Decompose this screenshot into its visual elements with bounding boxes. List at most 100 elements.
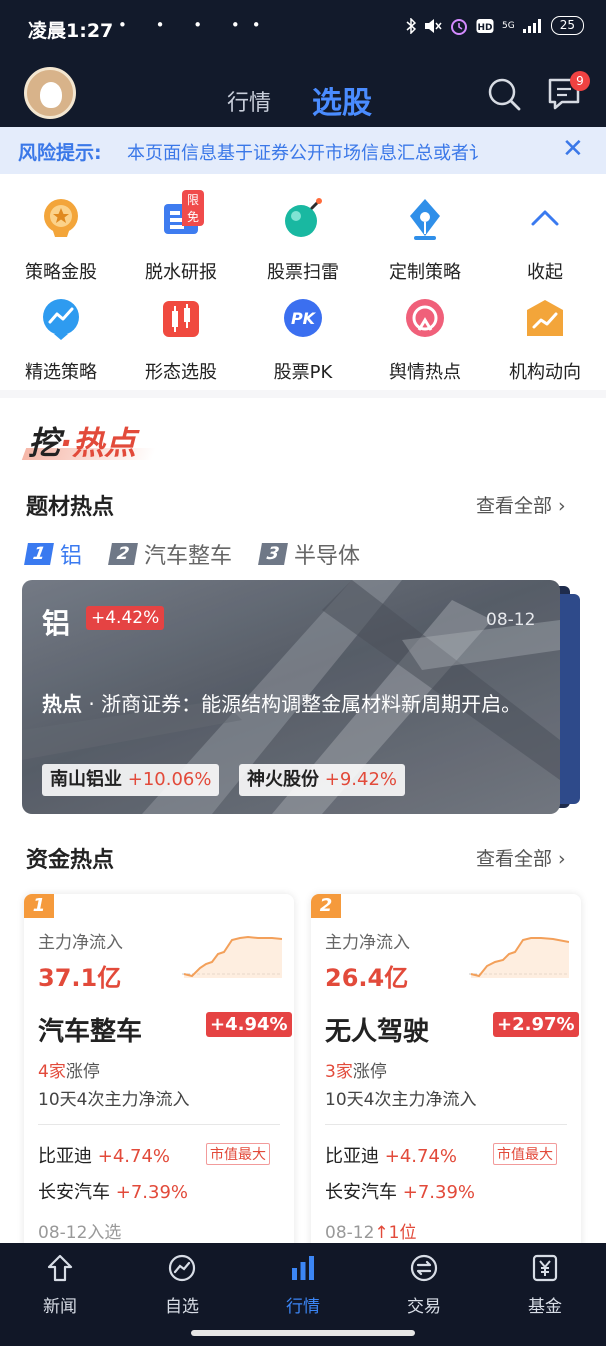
date-text: 08-12 (325, 1223, 375, 1243)
stock-change: +4.74% (384, 1146, 457, 1167)
lead-stock-1[interactable]: 比亚迪 +4.74% (325, 1142, 457, 1168)
topic-hot-card[interactable]: 铝 +4.42% 08-12 热点 · 浙商证券：能源结构调整金属材料新周期开启… (22, 580, 560, 814)
pk-icon: PK (280, 296, 326, 342)
tool-selected-strategy[interactable]: 精选策略 (6, 296, 116, 384)
risk-warning-banner: 风险提示: 本页面信息基于证券公开市场信息汇总或者讠 ✕ (0, 127, 606, 174)
topic-tab-1[interactable]: 1 铝 (24, 538, 83, 570)
tool-custom-strategy[interactable]: 定制策略 (370, 196, 480, 284)
tool-label: 脱水研报 (145, 262, 217, 283)
inflow-sparkline (469, 937, 569, 978)
tool-stock-mine-scan[interactable]: 股票扫雷 (248, 196, 358, 284)
nav-news[interactable]: 新闻 (10, 1253, 110, 1317)
stock-name: 比亚迪 (38, 1146, 92, 1167)
stock-change: +7.39% (115, 1182, 188, 1203)
news-arrow-icon (47, 1254, 73, 1282)
report-icon: 限免 (158, 190, 204, 242)
nav-label: 交易 (407, 1297, 441, 1317)
fund-hotspot-title: 资金热点 (26, 848, 115, 873)
net-inflow-label: 主力净流入 (38, 933, 123, 953)
stock-change: +9.42% (324, 769, 397, 790)
tool-stock-pk[interactable]: PK 股票PK (248, 296, 358, 384)
nav-label: 行情 (286, 1297, 320, 1317)
close-icon[interactable]: ✕ (562, 134, 584, 164)
desc-label: 热点 (42, 692, 82, 716)
gold-stock-icon (38, 196, 84, 242)
pk-glyph: PK (291, 309, 317, 328)
fund-card-2[interactable]: 2 主力净流入 26.4亿 无人驾驶 +2.97% 3家涨停 10天4次主力净流… (311, 894, 581, 1254)
lead-stock-2[interactable]: 长安汽车 +7.39% (38, 1178, 188, 1204)
tab-stock-picking[interactable]: 选股 (312, 78, 372, 122)
net-inflow-value: 37.1亿 (38, 964, 122, 992)
stock-name: 长安汽车 (38, 1182, 110, 1203)
stock-name: 比亚迪 (325, 1146, 379, 1167)
topic-tab-label: 汽车整车 (144, 544, 233, 569)
net-inflow-label: 主力净流入 (325, 933, 410, 953)
fund-yen-icon (532, 1254, 558, 1282)
divider (325, 1124, 567, 1125)
nav-market[interactable]: 行情 (253, 1253, 353, 1317)
max-cap-tag: 市值最大 (206, 1143, 270, 1165)
tool-collapse[interactable]: 收起 (490, 196, 600, 284)
mine-scan-icon (280, 196, 326, 242)
status-bar: 凌晨1:27 • • • •• HD 5G 25 (0, 0, 606, 56)
signal-icon (522, 18, 541, 33)
logo-part2: 热点 (72, 424, 137, 462)
topic-tab-label: 铝 (60, 544, 83, 569)
collapse-chevron-icon (522, 196, 568, 242)
bluetooth-icon (406, 17, 417, 34)
tool-label: 舆情热点 (389, 362, 461, 383)
dig-hotspot-logo: 挖·热点 (28, 418, 136, 464)
inflow-frequency: 10天4次主力净流入 (38, 1090, 190, 1110)
battery-indicator: 25 (550, 16, 584, 35)
status-time: 凌晨1:27 (28, 20, 114, 42)
topic-tab-rank: 1 (24, 543, 54, 565)
stock-name: 长安汽车 (325, 1182, 397, 1203)
tool-sentiment-hotspot[interactable]: 舆情热点 (370, 296, 480, 384)
topic-see-all-link[interactable]: 查看全部 › (476, 491, 566, 518)
nav-fund[interactable]: 基金 (495, 1253, 595, 1317)
inflow-sparkline (182, 935, 282, 978)
rank-badge: 2 (311, 894, 341, 918)
sector-name: 汽车整车 (38, 1017, 143, 1047)
alarm-icon (451, 18, 468, 35)
tool-institution-trend[interactable]: 机构动向 (490, 296, 600, 384)
free-tag: 限免 (182, 190, 204, 226)
search-icon[interactable] (486, 76, 522, 112)
hot-card-stock-1[interactable]: 南山铝业 +10.06% (42, 764, 220, 796)
tool-pattern-picking[interactable]: 形态选股 (126, 296, 236, 384)
pen-nib-icon (402, 196, 448, 242)
topic-tab-rank: 3 (258, 543, 288, 565)
home-indicator[interactable] (191, 1330, 415, 1336)
logo-dot: · (60, 424, 73, 462)
tool-strategy-gold-stock[interactable]: 策略金股 (6, 196, 116, 284)
limit-text: 涨停 (65, 1062, 100, 1082)
stock-change: +4.74% (97, 1146, 170, 1167)
stock-change: +7.39% (402, 1182, 475, 1203)
card-stack-layer (560, 594, 580, 804)
topic-tab-2[interactable]: 2 汽车整车 (108, 538, 233, 570)
lead-stock-2[interactable]: 长安汽车 +7.39% (325, 1178, 475, 1204)
stock-name: 南山铝业 (50, 769, 122, 790)
topic-tabs: 1 铝 2 汽车整车 3 半导体 (24, 538, 360, 570)
nav-trade[interactable]: 交易 (374, 1253, 474, 1317)
watchlist-chart-icon (168, 1254, 196, 1282)
hot-card-stock-2[interactable]: 神火股份 +9.42% (239, 764, 405, 796)
tool-label: 收起 (527, 262, 563, 283)
network-type: 5G (502, 20, 515, 31)
hot-card-title: 铝 (42, 607, 71, 640)
user-avatar[interactable] (24, 67, 76, 119)
risk-label: 风险提示: (18, 142, 102, 164)
fund-see-all-link[interactable]: 查看全部 › (476, 844, 566, 871)
topic-tab-3[interactable]: 3 半导体 (258, 538, 360, 570)
tab-market[interactable]: 行情 (227, 85, 271, 117)
net-inflow-value: 26.4亿 (325, 964, 409, 992)
risk-text: 本页面信息基于证券公开市场信息汇总或者讠 (127, 143, 487, 164)
hot-card-change: +4.42% (86, 606, 165, 630)
fund-card-1[interactable]: 1 主力净流入 37.1亿 汽车整车 +4.94% 4家涨停 10天4次主力净流… (24, 894, 294, 1254)
lead-stock-1[interactable]: 比亚迪 +4.74% (38, 1142, 170, 1168)
top-bar: 凌晨1:27 • • • •• HD 5G 25 行情 选股 9 (0, 0, 606, 127)
desc-text: 浙商证券：能源结构调整金属材料新周期开启。 (101, 692, 522, 716)
status-notification-icons: • • • •• (118, 16, 273, 34)
tool-dehydrated-report[interactable]: 限免 脱水研报 (126, 190, 236, 284)
nav-watchlist[interactable]: 自选 (132, 1253, 232, 1317)
